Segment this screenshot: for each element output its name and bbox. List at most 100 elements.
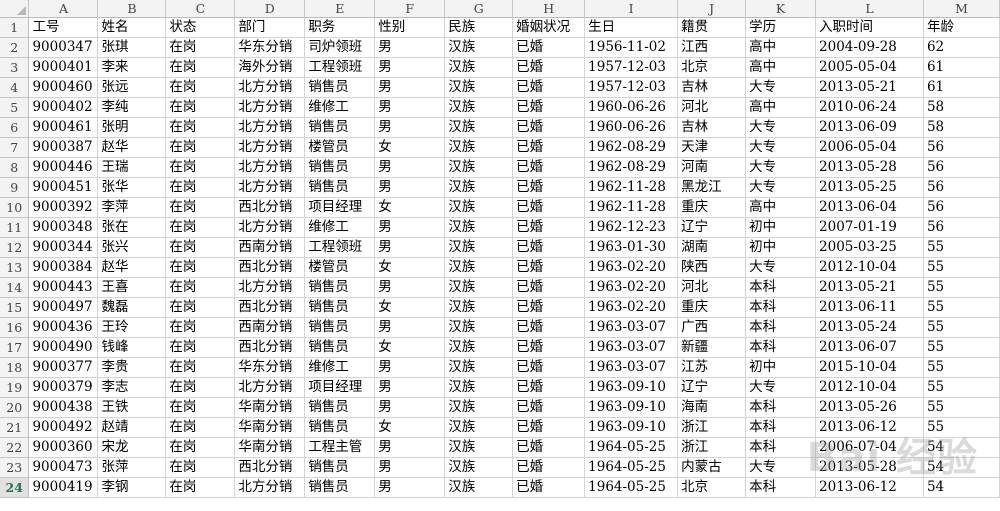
data-cell[interactable]: 已婚 <box>512 277 586 298</box>
data-cell[interactable]: 9000402 <box>28 97 99 118</box>
data-cell[interactable]: 汉族 <box>444 137 514 158</box>
data-cell[interactable]: 在岗 <box>165 77 236 98</box>
data-cell[interactable]: 已婚 <box>512 337 586 358</box>
data-cell[interactable]: 55 <box>923 337 1000 358</box>
data-cell[interactable]: 1962-11-28 <box>584 197 679 218</box>
data-cell[interactable]: 陕西 <box>677 257 747 278</box>
data-cell[interactable]: 9000460 <box>28 77 99 98</box>
row-header[interactable]: 23 <box>0 457 30 478</box>
data-cell[interactable]: 56 <box>923 197 1000 218</box>
data-cell[interactable]: 54 <box>923 437 1000 458</box>
data-cell[interactable]: 1963-02-20 <box>584 297 679 318</box>
data-cell[interactable]: 男 <box>374 377 446 398</box>
data-cell[interactable]: 汉族 <box>444 277 514 298</box>
data-cell[interactable]: 维修工 <box>304 97 376 118</box>
row-header[interactable]: 3 <box>0 57 30 78</box>
data-cell[interactable]: 大专 <box>745 457 817 478</box>
data-cell[interactable]: 男 <box>374 477 446 498</box>
data-cell[interactable]: 销售员 <box>304 297 376 318</box>
header-cell[interactable]: 姓名 <box>97 17 167 38</box>
data-cell[interactable]: 高中 <box>745 57 817 78</box>
data-cell[interactable]: 2007-01-19 <box>815 217 924 238</box>
data-cell[interactable]: 王铁 <box>97 397 167 418</box>
data-cell[interactable]: 北方分销 <box>234 477 306 498</box>
data-cell[interactable]: 58 <box>923 97 1000 118</box>
data-cell[interactable]: 汉族 <box>444 317 514 338</box>
data-cell[interactable]: 北方分销 <box>234 97 306 118</box>
data-cell[interactable]: 内蒙古 <box>677 457 747 478</box>
data-cell[interactable]: 大专 <box>745 117 817 138</box>
data-cell[interactable]: 河北 <box>677 277 747 298</box>
data-cell[interactable]: 销售员 <box>304 177 376 198</box>
row-header[interactable]: 7 <box>0 137 30 158</box>
data-cell[interactable]: 初中 <box>745 357 817 378</box>
data-cell[interactable]: 9000392 <box>28 197 99 218</box>
data-cell[interactable]: 天津 <box>677 137 747 158</box>
row-header[interactable]: 2 <box>0 37 30 58</box>
data-cell[interactable]: 2012-10-04 <box>815 257 924 278</box>
row-header[interactable]: 10 <box>0 197 30 218</box>
data-cell[interactable]: 销售员 <box>304 337 376 358</box>
data-cell[interactable]: 项目经理 <box>304 197 376 218</box>
data-cell[interactable]: 在岗 <box>165 457 236 478</box>
data-cell[interactable]: 54 <box>923 457 1000 478</box>
data-cell[interactable]: 吉林 <box>677 77 747 98</box>
data-cell[interactable]: 2005-03-25 <box>815 237 924 258</box>
data-cell[interactable]: 高中 <box>745 37 817 58</box>
row-header[interactable]: 4 <box>0 77 30 98</box>
data-cell[interactable]: 已婚 <box>512 37 586 58</box>
data-cell[interactable]: 已婚 <box>512 117 586 138</box>
data-cell[interactable]: 海南 <box>677 397 747 418</box>
data-cell[interactable]: 2006-05-04 <box>815 137 924 158</box>
data-cell[interactable]: 张在 <box>97 217 167 238</box>
data-cell[interactable]: 黑龙江 <box>677 177 747 198</box>
data-cell[interactable]: 张远 <box>97 77 167 98</box>
data-cell[interactable]: 1963-02-20 <box>584 277 679 298</box>
data-cell[interactable]: 北方分销 <box>234 117 306 138</box>
data-cell[interactable]: 汉族 <box>444 177 514 198</box>
data-cell[interactable]: 55 <box>923 397 1000 418</box>
row-header[interactable]: 18 <box>0 357 30 378</box>
data-cell[interactable]: 本科 <box>745 337 817 358</box>
data-cell[interactable]: 本科 <box>745 477 817 498</box>
row-header[interactable]: 14 <box>0 277 30 298</box>
data-cell[interactable]: 西南分销 <box>234 237 306 258</box>
data-cell[interactable]: 张兴 <box>97 237 167 258</box>
data-cell[interactable]: 大专 <box>745 257 817 278</box>
data-cell[interactable]: 在岗 <box>165 277 236 298</box>
data-cell[interactable]: 已婚 <box>512 257 586 278</box>
row-header[interactable]: 19 <box>0 377 30 398</box>
data-cell[interactable]: 大专 <box>745 137 817 158</box>
header-cell[interactable]: 工号 <box>28 17 99 38</box>
data-cell[interactable]: 1960-06-26 <box>584 97 679 118</box>
data-cell[interactable]: 本科 <box>745 317 817 338</box>
data-cell[interactable]: 销售员 <box>304 417 376 438</box>
data-cell[interactable]: 钱峰 <box>97 337 167 358</box>
row-header[interactable]: 15 <box>0 297 30 318</box>
data-cell[interactable]: 李贵 <box>97 357 167 378</box>
data-cell[interactable]: 汉族 <box>444 217 514 238</box>
data-cell[interactable]: 汉族 <box>444 77 514 98</box>
data-cell[interactable]: 楼管员 <box>304 137 376 158</box>
data-cell[interactable]: 9000438 <box>28 397 99 418</box>
data-cell[interactable]: 浙江 <box>677 417 747 438</box>
data-cell[interactable]: 在岗 <box>165 357 236 378</box>
data-cell[interactable]: 男 <box>374 237 446 258</box>
row-header[interactable]: 6 <box>0 117 30 138</box>
data-cell[interactable]: 本科 <box>745 397 817 418</box>
data-cell[interactable]: 楼管员 <box>304 257 376 278</box>
row-header[interactable]: 13 <box>0 257 30 278</box>
data-cell[interactable]: 华东分销 <box>234 37 306 58</box>
column-header-c[interactable]: C <box>165 0 236 18</box>
data-cell[interactable]: 1957-12-03 <box>584 77 679 98</box>
data-cell[interactable]: 1962-11-28 <box>584 177 679 198</box>
data-cell[interactable]: 已婚 <box>512 377 586 398</box>
data-cell[interactable]: 男 <box>374 57 446 78</box>
data-cell[interactable]: 汉族 <box>444 477 514 498</box>
data-cell[interactable]: 55 <box>923 277 1000 298</box>
data-cell[interactable]: 1963-03-07 <box>584 337 679 358</box>
row-header[interactable]: 24 <box>0 477 30 498</box>
data-cell[interactable]: 华南分销 <box>234 397 306 418</box>
column-header-f[interactable]: F <box>374 0 446 18</box>
data-cell[interactable]: 本科 <box>745 277 817 298</box>
